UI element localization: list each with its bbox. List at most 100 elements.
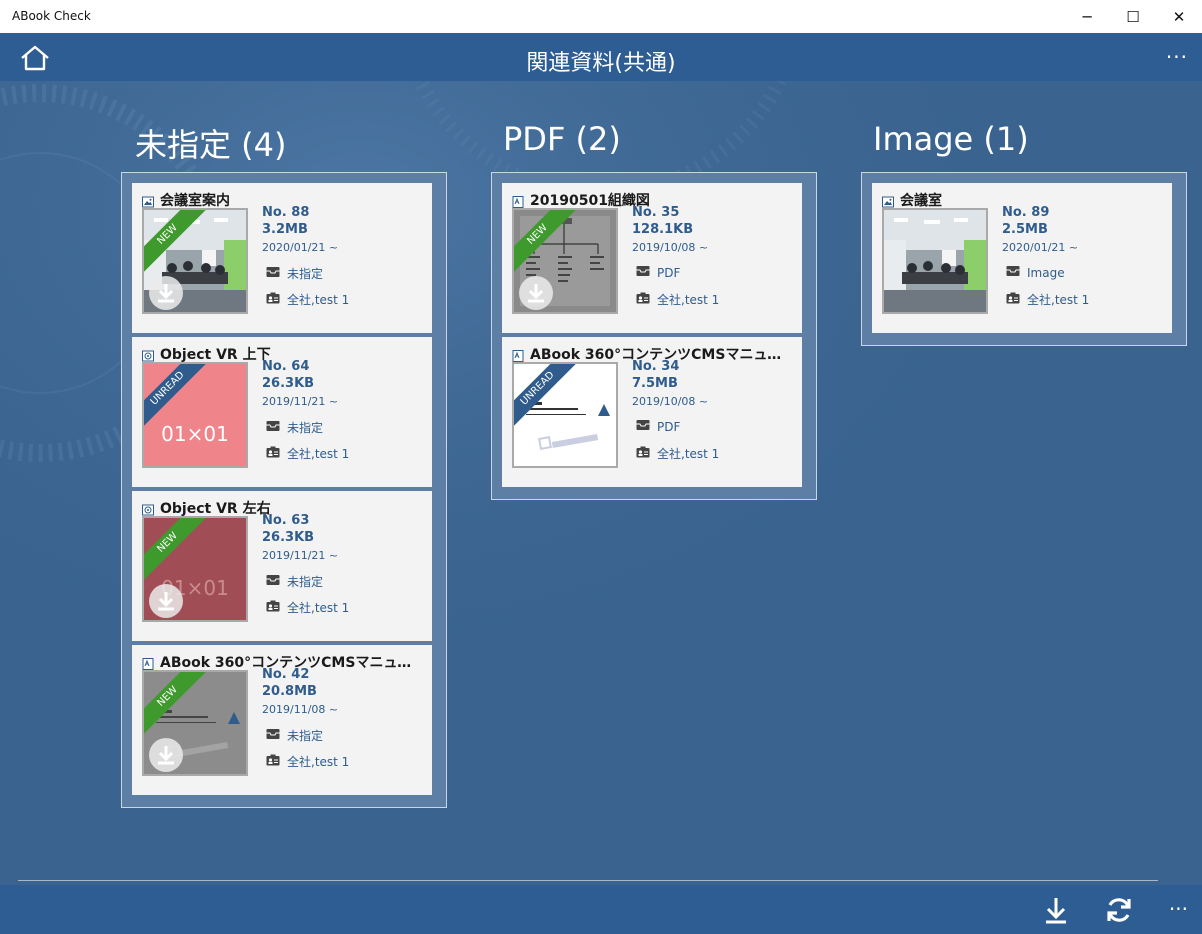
content-group: 全社,test 1 xyxy=(636,291,719,308)
content-number: No. 63 xyxy=(262,513,310,528)
content-category: 未指定 xyxy=(266,727,323,744)
group-title: PDF (2) xyxy=(503,120,621,158)
footer-divider xyxy=(18,880,1158,881)
card-thumbnail[interactable]: NEW xyxy=(512,208,618,314)
page-title: 関連資料(共通) xyxy=(526,51,676,76)
content-date: 2019/11/21 ~ xyxy=(262,395,339,408)
content-date: 2019/10/08 ~ xyxy=(632,241,709,254)
category-label: PDF xyxy=(657,265,681,280)
maximize-button[interactable]: ☐ xyxy=(1110,0,1156,33)
close-button[interactable]: ✕ xyxy=(1156,0,1202,33)
vr-icon xyxy=(142,501,154,516)
content-category: 未指定 xyxy=(266,419,323,436)
minimize-button[interactable]: ─ xyxy=(1064,0,1110,33)
card-thumbnail[interactable]: NEW xyxy=(142,670,248,776)
category-label: 未指定 xyxy=(287,267,324,281)
content-number: No. 35 xyxy=(632,205,680,220)
group-title: 未指定 (4) xyxy=(135,126,287,164)
category-label: 未指定 xyxy=(287,421,324,435)
download-all-icon[interactable] xyxy=(1041,895,1071,925)
group-icon xyxy=(266,754,287,769)
content-card[interactable]: 会議室案内 NEW No. 88 3.2MB 2020/01/21 ~ 未指定 全社,tes… xyxy=(132,183,432,333)
card-thumbnail[interactable] xyxy=(882,208,988,314)
content-card[interactable]: 会議室 No. 89 2.5MB 2020/01/21 ~ Image 全社,test 1 xyxy=(872,183,1172,333)
group-box: 20190501組織図 NEW No. 35 128.1KB 2019/10/08 ~ P… xyxy=(491,172,817,500)
pdf-icon xyxy=(512,347,524,362)
content-size: 26.3KB xyxy=(262,376,315,391)
card-thumbnail[interactable]: 01×01 NEW xyxy=(142,516,248,622)
content-card[interactable]: Object VR 上下 01×01 UNREAD No. 64 26.3KB 2019/… xyxy=(132,337,432,487)
group-title: Image (1) xyxy=(873,120,1029,158)
download-icon[interactable] xyxy=(519,276,553,310)
more-button[interactable]: ··· xyxy=(1166,45,1188,69)
category-icon xyxy=(1006,265,1027,280)
category-label: 未指定 xyxy=(287,729,324,743)
content-size: 20.8MB xyxy=(262,684,317,699)
category-icon xyxy=(636,265,657,280)
group-icon xyxy=(266,600,287,615)
content-card[interactable]: ABook 360°コンテンツCMSマニュアル_... UNREAD No. 34 7… xyxy=(502,337,802,487)
download-icon[interactable] xyxy=(149,738,183,772)
content-card[interactable]: Object VR 左右 01×01 NEW No. 63 26.3KB 2019/11/… xyxy=(132,491,432,641)
group-icon xyxy=(266,292,287,307)
content-size: 2.5MB xyxy=(1002,222,1048,237)
group-label: 全社,test 1 xyxy=(1027,293,1090,307)
card-thumbnail[interactable]: 01×01 UNREAD xyxy=(142,362,248,468)
content-category: 未指定 xyxy=(266,573,323,590)
group-box: 会議室案内 NEW No. 88 3.2MB 2020/01/21 ~ 未指定 全社,tes… xyxy=(121,172,447,808)
app-window: ABook Check ─ ☐ ✕ 関連資料(共通) ··· 未指定 (4) 会議… xyxy=(0,0,1202,934)
content-category: PDF xyxy=(636,265,680,280)
category-label: 未指定 xyxy=(287,575,324,589)
content-number: No. 42 xyxy=(262,667,310,682)
app-title: ABook Check xyxy=(12,9,91,23)
content-number: No. 64 xyxy=(262,359,310,374)
content-date: 2020/01/21 ~ xyxy=(1002,241,1079,254)
pdf-icon xyxy=(512,193,524,208)
content-size: 128.1KB xyxy=(632,222,694,237)
card-thumbnail[interactable]: UNREAD xyxy=(512,362,618,468)
content-size: 26.3KB xyxy=(262,530,315,545)
group-box: 会議室 No. 89 2.5MB 2020/01/21 ~ Image 全社,test 1 xyxy=(861,172,1187,346)
image-icon xyxy=(142,193,154,208)
thumbnail-text: 01×01 xyxy=(161,422,229,446)
refresh-icon[interactable] xyxy=(1104,895,1134,925)
content-card[interactable]: ABook 360°コンテンツCMSマニュアル_... NEW No. 42 20.8… xyxy=(132,645,432,795)
title-bar: ABook Check ─ ☐ ✕ xyxy=(0,0,1202,34)
content-date: 2019/11/08 ~ xyxy=(262,703,339,716)
content-group: 全社,test 1 xyxy=(266,599,349,616)
category-icon xyxy=(266,420,287,435)
app-header: 関連資料(共通) ··· xyxy=(0,33,1202,81)
content-date: 2019/11/21 ~ xyxy=(262,549,339,562)
group-icon xyxy=(636,446,657,461)
group-icon xyxy=(1006,292,1027,307)
content-number: No. 89 xyxy=(1002,205,1050,220)
content-group: 全社,test 1 xyxy=(1006,291,1089,308)
content-card[interactable]: 20190501組織図 NEW No. 35 128.1KB 2019/10/08 ~ P… xyxy=(502,183,802,333)
content-date: 2020/01/21 ~ xyxy=(262,241,339,254)
group-label: 全社,test 1 xyxy=(287,293,350,307)
group-label: 全社,test 1 xyxy=(287,755,350,769)
content-date: 2019/10/08 ~ xyxy=(632,395,709,408)
content-group: 全社,test 1 xyxy=(266,753,349,770)
more-bottom-button[interactable]: ··· xyxy=(1169,897,1188,921)
group-icon xyxy=(636,292,657,307)
group-label: 全社,test 1 xyxy=(287,601,350,615)
content-number: No. 88 xyxy=(262,205,310,220)
vr-icon xyxy=(142,347,154,362)
content-group: 全社,test 1 xyxy=(636,445,719,462)
category-label: Image xyxy=(1027,265,1065,280)
content-number: No. 34 xyxy=(632,359,680,374)
content-size: 7.5MB xyxy=(632,376,678,391)
content-category: Image xyxy=(1006,265,1065,280)
group-icon xyxy=(266,446,287,461)
category-icon xyxy=(636,419,657,434)
content-size: 3.2MB xyxy=(262,222,308,237)
card-thumbnail[interactable]: NEW xyxy=(142,208,248,314)
category-icon xyxy=(266,266,287,281)
content-group: 全社,test 1 xyxy=(266,291,349,308)
app-footer: ··· xyxy=(0,885,1202,934)
download-icon[interactable] xyxy=(149,276,183,310)
download-icon[interactable] xyxy=(149,584,183,618)
group-label: 全社,test 1 xyxy=(657,293,720,307)
category-label: PDF xyxy=(657,419,681,434)
